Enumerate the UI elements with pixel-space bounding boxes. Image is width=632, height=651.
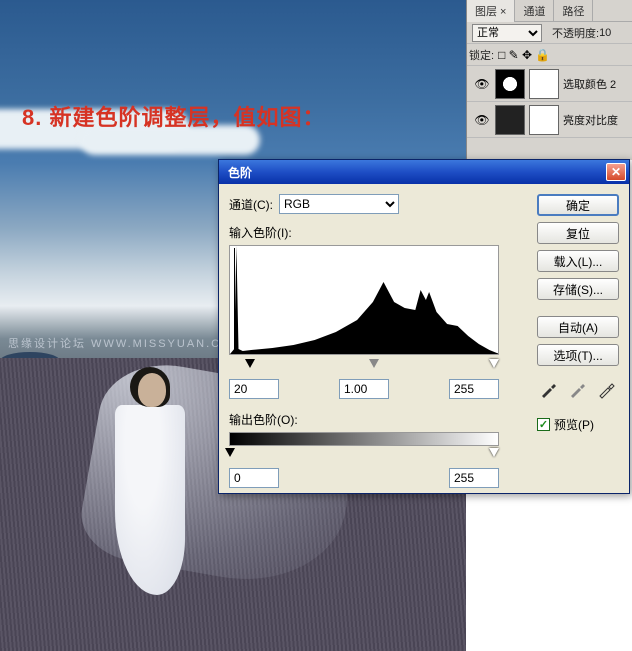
layer-thumb[interactable] bbox=[495, 105, 525, 135]
output-levels-label: 输出色阶(O): bbox=[229, 411, 527, 428]
channel-label: 通道(C): bbox=[229, 196, 273, 213]
eyedropper-black-icon[interactable] bbox=[538, 378, 560, 400]
save-button[interactable]: 存储(S)... bbox=[537, 278, 619, 300]
input-gamma-field[interactable] bbox=[339, 379, 389, 399]
input-levels-label: 输入色阶(I): bbox=[229, 224, 527, 241]
lock-row: 锁定: □ ✎ ✥ 🔒 bbox=[467, 44, 632, 66]
visibility-icon[interactable]: 👁 bbox=[472, 110, 492, 130]
gamma-slider[interactable] bbox=[369, 359, 379, 368]
black-point-slider[interactable] bbox=[245, 359, 255, 368]
output-black-field[interactable] bbox=[229, 468, 279, 488]
input-white-field[interactable] bbox=[449, 379, 499, 399]
blend-mode-select[interactable]: 正常 bbox=[472, 24, 542, 42]
output-slider-track[interactable] bbox=[229, 448, 499, 462]
blend-row: 正常 不透明度: 10 bbox=[467, 22, 632, 44]
preview-label: 预览(P) bbox=[554, 416, 594, 433]
histogram-curve bbox=[230, 245, 499, 354]
panel-tabs: 图层 × 通道 路径 bbox=[467, 0, 632, 22]
tab-paths[interactable]: 路径 bbox=[554, 0, 593, 22]
watermark-text: 思缘设计论坛 WWW.MISSYUAN.COM bbox=[8, 335, 243, 351]
dialog-title: 色阶 bbox=[222, 164, 252, 181]
channel-select[interactable]: RGB bbox=[279, 194, 399, 214]
layer-thumb[interactable] bbox=[495, 69, 525, 99]
input-black-field[interactable] bbox=[229, 379, 279, 399]
layer-mask-thumb[interactable] bbox=[529, 69, 559, 99]
dialog-titlebar[interactable]: 色阶 ✕ bbox=[219, 160, 629, 184]
eyedroppers bbox=[537, 378, 619, 400]
layer-row[interactable]: 👁 亮度对比度 bbox=[467, 102, 632, 138]
levels-dialog: 色阶 ✕ 通道(C): RGB 输入色阶(I): 输出色阶 bbox=[218, 159, 630, 494]
close-button[interactable]: ✕ bbox=[606, 163, 626, 181]
head bbox=[138, 373, 166, 407]
preview-checkbox[interactable]: ✓ bbox=[537, 418, 550, 431]
visibility-icon[interactable]: 👁 bbox=[472, 74, 492, 94]
bride-figure bbox=[60, 345, 180, 605]
options-button[interactable]: 选项(T)... bbox=[537, 344, 619, 366]
opacity-value[interactable]: 10 bbox=[599, 27, 611, 39]
instruction-text: 8. 新建色阶调整层，值如图： bbox=[22, 100, 325, 132]
layer-name[interactable]: 亮度对比度 bbox=[563, 112, 618, 128]
input-slider-track[interactable] bbox=[229, 359, 499, 373]
tab-channels[interactable]: 通道 bbox=[515, 0, 554, 22]
eyedropper-gray-icon[interactable] bbox=[567, 378, 589, 400]
layer-name[interactable]: 选取颜色 2 bbox=[563, 76, 616, 92]
white-point-slider[interactable] bbox=[489, 359, 499, 368]
ok-button[interactable]: 确定 bbox=[537, 194, 619, 216]
histogram bbox=[229, 245, 499, 355]
layer-mask-thumb[interactable] bbox=[529, 105, 559, 135]
dress bbox=[115, 405, 185, 595]
auto-button[interactable]: 自动(A) bbox=[537, 316, 619, 338]
output-white-slider[interactable] bbox=[489, 448, 499, 457]
output-black-slider[interactable] bbox=[225, 448, 235, 457]
opacity-label: 不透明度: bbox=[552, 25, 599, 41]
layers-panel: 图层 × 通道 路径 正常 不透明度: 10 锁定: □ ✎ ✥ 🔒 👁 选取颜… bbox=[466, 0, 632, 160]
output-gradient bbox=[229, 432, 499, 446]
output-white-field[interactable] bbox=[449, 468, 499, 488]
tab-layers[interactable]: 图层 × bbox=[467, 0, 515, 22]
layer-row[interactable]: 👁 选取颜色 2 bbox=[467, 66, 632, 102]
lock-label: 锁定: bbox=[469, 47, 494, 63]
reset-button[interactable]: 复位 bbox=[537, 222, 619, 244]
load-button[interactable]: 载入(L)... bbox=[537, 250, 619, 272]
eyedropper-white-icon[interactable] bbox=[596, 378, 618, 400]
